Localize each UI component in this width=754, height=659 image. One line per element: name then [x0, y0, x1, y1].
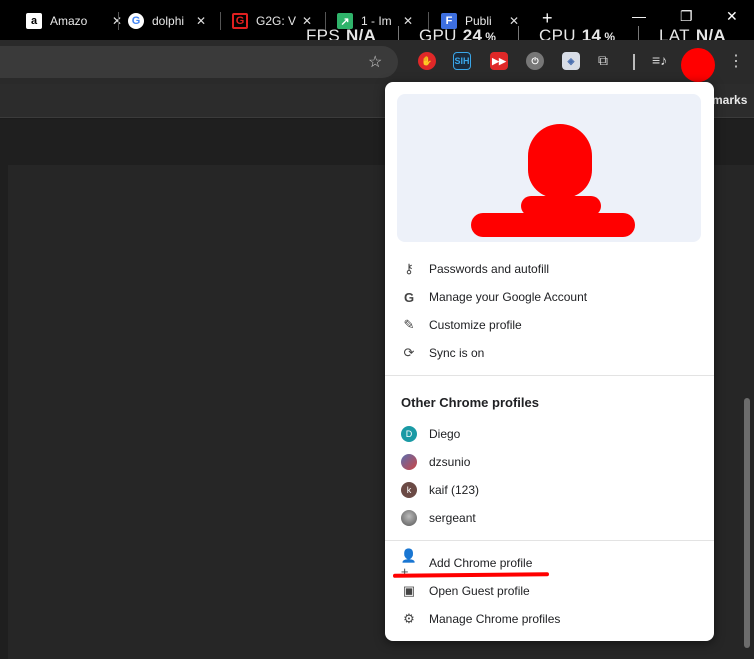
manage-chrome-profiles-button[interactable]: ⚙ Manage Chrome profiles — [385, 605, 714, 633]
pencil-icon: ✎ — [403, 317, 415, 332]
manage-people-icon: ⚙ — [403, 611, 415, 626]
profile-menu: ⚷ Passwords and autofill G Manage your G… — [385, 82, 714, 641]
open-guest-profile-button[interactable]: ▣ Open Guest profile — [385, 577, 714, 605]
extension-adblock-icon[interactable]: ✋ — [418, 52, 436, 70]
toolbar-divider — [633, 54, 635, 70]
close-tab-icon[interactable]: ✕ — [403, 14, 413, 28]
key-icon: ⚷ — [404, 261, 414, 276]
google-icon: G — [128, 13, 144, 29]
extension-power-icon[interactable]: ⏻ — [526, 52, 544, 70]
close-tab-icon[interactable]: ✕ — [196, 14, 206, 28]
extension-shield-icon[interactable]: ◈ — [562, 52, 580, 70]
chrome-menu-icon[interactable]: ⋮ — [728, 51, 744, 71]
google-g-icon: G — [403, 289, 415, 305]
menu-item-passwords[interactable]: ⚷ Passwords and autofill — [385, 255, 714, 283]
profile-avatar-button[interactable] — [681, 48, 715, 82]
extension-fastforward-icon[interactable]: ▶▶ — [490, 52, 508, 70]
profile-avatar-head — [528, 124, 592, 198]
profile-avatar — [401, 510, 417, 526]
tab-amazon[interactable]: a Amazo ✕ — [26, 8, 122, 34]
extensions-puzzle-icon[interactable]: ⧉ — [598, 52, 608, 69]
profile-hero-card — [397, 94, 701, 242]
other-profiles-heading: Other Chrome profiles — [401, 395, 539, 410]
address-bar[interactable] — [0, 46, 398, 78]
profile-avatar: D — [401, 426, 417, 442]
tab-separator — [220, 12, 221, 30]
page-scrollbar[interactable] — [744, 398, 750, 648]
profile-avatar: k — [401, 482, 417, 498]
profile-avatar — [401, 454, 417, 470]
menu-item-customize-profile[interactable]: ✎ Customize profile — [385, 311, 714, 339]
browser-toolbar: ☆ — [0, 40, 754, 84]
tab-google[interactable]: G dolphi ✕ — [128, 8, 206, 34]
close-window-button[interactable]: ✕ — [726, 8, 738, 25]
guest-icon: ▣ — [402, 583, 416, 598]
amazon-icon: a — [26, 13, 42, 29]
menu-divider — [385, 375, 714, 376]
g2g-icon: G — [232, 13, 248, 29]
extension-sih-icon[interactable]: SIH — [453, 52, 471, 70]
bookmarks-folder-label[interactable]: marks — [712, 93, 747, 107]
profile-item-dzsunio[interactable]: dzsunio — [385, 448, 714, 476]
add-person-icon: 👤+ — [400, 547, 418, 579]
bookmark-star-icon[interactable]: ☆ — [368, 52, 382, 72]
profile-item-diego[interactable]: D Diego — [385, 420, 714, 448]
sync-icon: ⟳ — [403, 345, 415, 360]
tab-separator — [118, 12, 119, 30]
restore-button[interactable]: ❐ — [680, 8, 693, 25]
profile-avatar-body — [471, 213, 635, 237]
menu-item-google-account[interactable]: G Manage your Google Account — [385, 283, 714, 311]
menu-divider — [385, 540, 714, 541]
media-control-icon[interactable]: ≡♪ — [652, 52, 667, 68]
minimize-button[interactable]: — — [632, 8, 646, 24]
profile-item-sergeant[interactable]: sergeant — [385, 504, 714, 532]
tab-g2g[interactable]: G G2G: V ✕ — [232, 8, 312, 34]
menu-item-sync[interactable]: ⟳ Sync is on — [385, 339, 714, 367]
profile-item-kaif[interactable]: k kaif (123) — [385, 476, 714, 504]
